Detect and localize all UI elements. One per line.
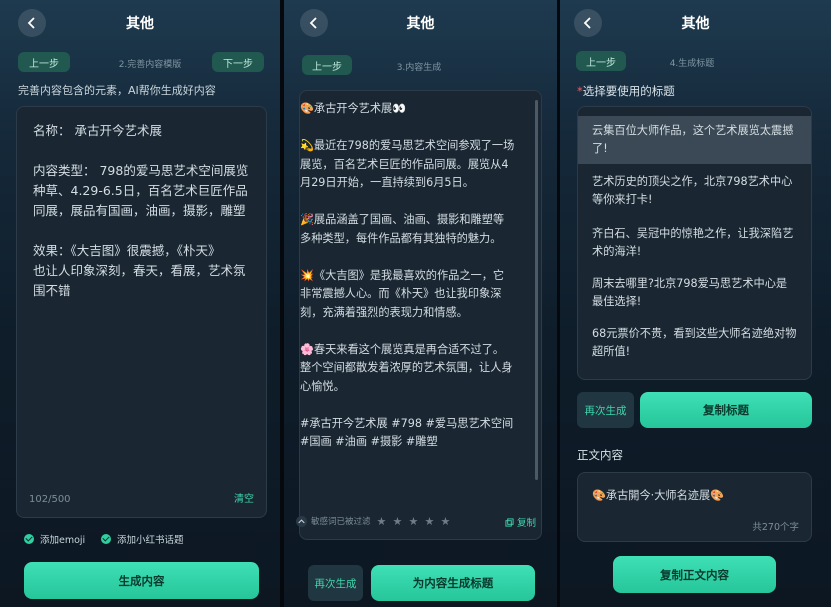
emoji-option-label: 添加emoji (40, 535, 86, 546)
title-option[interactable]: 周末去哪里?北京798爱马思艺术中心是最佳选择! (578, 275, 811, 311)
clear-button[interactable]: 清空 (234, 490, 254, 505)
generated-content: 🎨承古开今艺术展👀 💫最近在798的爱马思艺术空间参观了一场展览，百名艺术巨匠的… (300, 100, 515, 470)
check-icon (101, 534, 111, 544)
sensitive-filter-note: 敏感词已被过滤 (311, 517, 371, 527)
template-editor[interactable]: 名称： 承古开今艺术展 内容类型： 798的爱马思艺术空间展览 种草、4.29-… (16, 106, 267, 518)
star-icon[interactable]: ★ (425, 516, 436, 527)
content-paragraph: 🎉展品涵盖了国画、油画、摄影和雕塑等多种类型，每件作品都有其独特的魅力。 (300, 213, 505, 245)
text-line: 效果：《大吉图》很震撼，《朴天》 (33, 243, 221, 258)
next-step-button[interactable]: 下一步 (212, 52, 264, 72)
text-line (33, 221, 255, 241)
content-paragraph: 💫最近在798的爱马思艺术空间参观了一场展览，百名艺术巨匠的作品同展。展览从4月… (300, 139, 515, 189)
text-line: 名称： 承古开今艺术展 (33, 123, 162, 138)
title-option[interactable]: 齐白石、吴冠中的惊艳之作，让我深陷艺术的海洋! (578, 225, 811, 261)
text-line: 内容类型： 798的爱马思艺术空间展览 (33, 163, 249, 178)
prev-step-button[interactable]: 上一步 (302, 55, 352, 75)
emoji-option[interactable]: 添加emoji (24, 532, 85, 546)
topic-option-label: 添加小红书话题 (117, 535, 184, 546)
rating-stars[interactable]: ★ ★ ★ ★ ★ (377, 516, 457, 527)
regenerate-title-button[interactable]: 再次生成 (577, 392, 634, 428)
body-content-card: 🎨承古開今·大师名迹展🎨 共270个字 (577, 472, 812, 542)
step-label: 3.内容生成 (396, 63, 442, 73)
hint-text: 完善内容包含的元素，AI帮你生成好内容 (18, 84, 216, 97)
prev-step-button[interactable]: 上一步 (18, 52, 70, 72)
page-title: 其他 (126, 16, 154, 32)
char-counter: 102/500 (29, 494, 71, 505)
prev-step-button[interactable]: 上一步 (576, 51, 626, 71)
body-preview: 🎨承古開今·大师名迹展🎨 (592, 489, 725, 502)
content-paragraph: 🌸春天来看这个展览真是再合适不过了。整个空间都散发着浓厚的艺术氛围，让人身心愉悦… (300, 342, 513, 393)
step-panel-title: 其他 上一步 4.生成标题 *选择要使用的标题 云集百位大师作品，这个艺术展览太… (560, 0, 831, 607)
title-options-card: 云集百位大师作品，这个艺术展览太震撼了! 艺术历史的顶尖之作，北京798艺术中心… (577, 106, 812, 380)
title-option[interactable]: 艺术历史的顶尖之作，北京798艺术中心等你来打卡! (578, 173, 811, 209)
chevron-up-icon[interactable] (296, 515, 307, 527)
copy-title-button[interactable]: 复制标题 (640, 392, 812, 428)
copy-label: 复制 (516, 518, 536, 529)
content-paragraph: 💥《大吉图》是我最喜欢的作品之一，它非常震撼人心。而《朴天》也让我印象深刻，充满… (300, 268, 505, 319)
char-count: 共270个字 (752, 522, 799, 533)
regenerate-button[interactable]: 再次生成 (308, 565, 363, 601)
scrollbar[interactable] (535, 100, 538, 480)
select-title-text: 选择要使用的标题 (582, 84, 675, 98)
text-line: 种草、4.29-6.5日，百名艺术巨匠作品 (33, 183, 248, 198)
step-panel-generate: 其他 上一步 3.内容生成 🎨承古开今艺术展👀 💫最近在798的爱马思艺术空间参… (284, 0, 557, 607)
text-line (33, 141, 255, 161)
star-icon[interactable]: ★ (409, 516, 420, 527)
copy-icon (505, 517, 514, 527)
content-paragraph: 🎨承古开今艺术展👀 (300, 102, 407, 115)
star-icon[interactable]: ★ (441, 516, 452, 527)
copy-content-button[interactable]: 复制 (505, 515, 536, 529)
generate-title-button[interactable]: 为内容生成标题 (371, 565, 535, 601)
text-line: 同展，展品有国画，油画，摄影，雕塑 (33, 203, 246, 218)
content-footer: 敏感词已被过滤 ★ ★ ★ ★ ★ 复制 (296, 515, 544, 529)
select-title-label: *选择要使用的标题 (577, 83, 675, 99)
star-icon[interactable]: ★ (393, 516, 404, 527)
step-panel-template: 其他 上一步 2.完善内容模版 下一步 完善内容包含的元素，AI帮你生成好内容 … (0, 0, 280, 607)
template-text: 名称： 承古开今艺术展 内容类型： 798的爱马思艺术空间展览 种草、4.29-… (33, 121, 255, 301)
title-option[interactable]: 68元票价不贵，看到这些大师名迹绝对物超所值! (578, 325, 811, 361)
title-option[interactable]: 云集百位大师作品，这个艺术展览太震撼了! (578, 116, 811, 164)
content-paragraph: #承古开今艺术展 #798 #爱马思艺术空间 #国画 #油画 #摄影 #雕塑 (300, 416, 514, 449)
copy-body-button[interactable]: 复制正文内容 (613, 556, 776, 593)
step-label: 2.完善内容模版 (118, 60, 182, 70)
text-line: 也让人印象深刻，春天，看展，艺术氛 (33, 263, 246, 278)
generate-content-button[interactable]: 生成内容 (24, 562, 259, 599)
star-icon[interactable]: ★ (377, 516, 388, 527)
body-content-label: 正文内容 (577, 448, 623, 462)
check-icon (24, 534, 34, 544)
page-title: 其他 (681, 16, 710, 32)
step-label: 4.生成标题 (669, 59, 715, 69)
topic-option[interactable]: 添加小红书话题 (101, 532, 184, 546)
text-line: 围不错 (33, 283, 71, 298)
page-title: 其他 (406, 16, 435, 32)
